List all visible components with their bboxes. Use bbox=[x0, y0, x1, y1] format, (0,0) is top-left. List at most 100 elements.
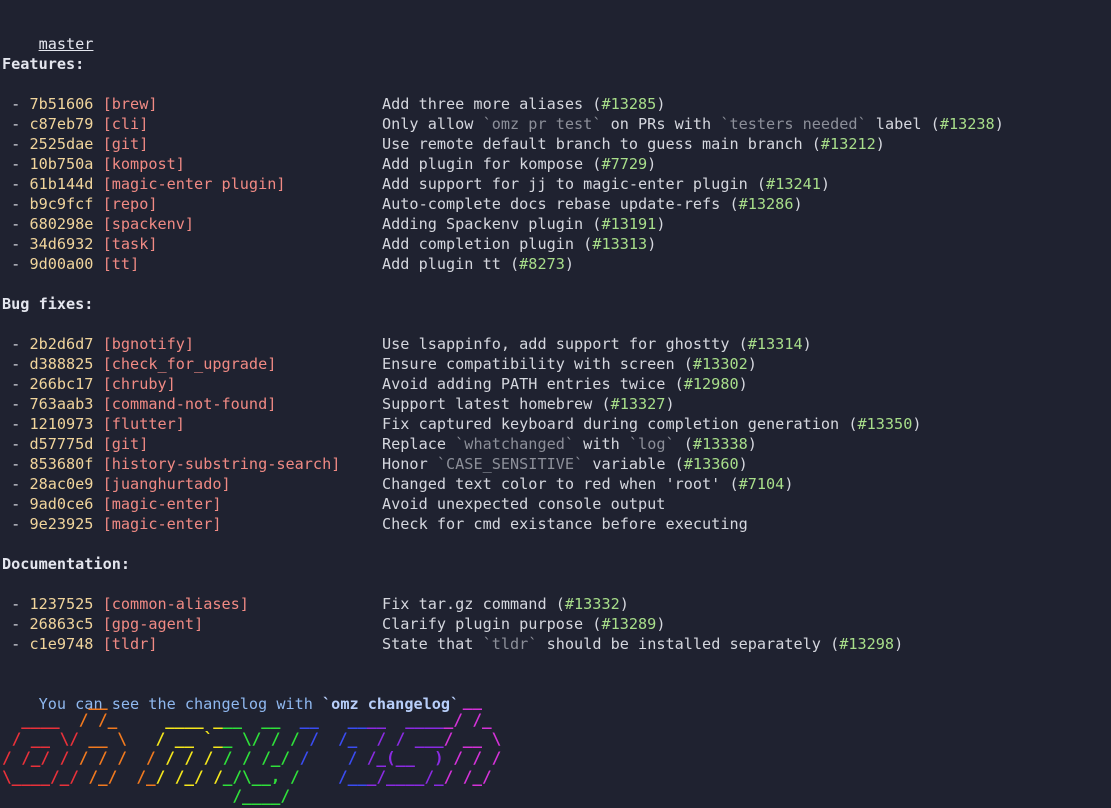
commit-row: - 2525dae [git] Use remote default branch… bbox=[2, 134, 1111, 154]
pr-link[interactable]: #13191 bbox=[601, 215, 656, 233]
bullet-dash: - bbox=[2, 635, 30, 653]
logo-glyph: _ bbox=[444, 710, 454, 729]
scope-open-bracket: [ bbox=[102, 215, 112, 233]
logo-glyph: _ bbox=[31, 767, 41, 786]
commit-message: Changed text color to red when 'root' (#… bbox=[382, 474, 793, 494]
bullet-dash: - bbox=[2, 115, 30, 133]
logo-glyph: _ bbox=[252, 767, 262, 786]
pr-link[interactable]: #13338 bbox=[693, 435, 748, 453]
pr-link[interactable]: #13212 bbox=[821, 135, 876, 153]
commit-row: - 34d6932 [task] Add completion plugin (#… bbox=[2, 234, 1111, 254]
commit-scope: bgnotify bbox=[111, 335, 185, 353]
logo-glyph: / bbox=[376, 767, 386, 786]
commit-hash: 34d6932 bbox=[29, 235, 94, 253]
pr-link[interactable]: #7729 bbox=[601, 155, 647, 173]
commit-hash: 680298e bbox=[29, 215, 94, 233]
pr-link[interactable]: #13241 bbox=[766, 175, 821, 193]
logo-glyph: _ bbox=[232, 710, 242, 729]
logo-glyph: / bbox=[482, 767, 492, 786]
pr-link[interactable]: #13285 bbox=[601, 95, 656, 113]
logo-glyph: _ bbox=[31, 710, 41, 729]
logo-glyph: _ bbox=[434, 729, 444, 748]
commit-scope: tldr bbox=[111, 635, 149, 653]
pr-link[interactable]: #13360 bbox=[684, 455, 739, 473]
logo-glyph: / bbox=[472, 710, 482, 729]
commit-row: - 10b750a [kompost] Add plugin for kompos… bbox=[2, 154, 1111, 174]
section-title: Bug fixes: bbox=[2, 295, 94, 313]
logo-glyph: _ bbox=[50, 710, 60, 729]
logo-glyph: / bbox=[242, 748, 252, 767]
logo-glyph: _ bbox=[376, 748, 386, 767]
logo-glyph: _ bbox=[98, 692, 108, 710]
message-text: ) bbox=[564, 255, 575, 273]
commit-row: - 61b144d [magic-enter plugin] Add suppor… bbox=[2, 174, 1111, 194]
bullet-dash: - bbox=[2, 395, 30, 413]
commit-meta: - 1237525 [common-aliases] bbox=[2, 594, 249, 614]
message-text: Replace bbox=[382, 435, 456, 453]
logo-glyph: \ bbox=[117, 729, 127, 748]
logo-glyph: / bbox=[136, 767, 146, 786]
bullet-dash: - bbox=[2, 235, 30, 253]
scope-close-bracket: ] bbox=[331, 455, 341, 473]
scope-open-bracket: [ bbox=[102, 395, 112, 413]
pr-link[interactable]: #7104 bbox=[739, 475, 785, 493]
logo-glyph: _ bbox=[367, 767, 377, 786]
logo-glyph: / bbox=[376, 729, 386, 748]
scope-open-bracket: [ bbox=[102, 155, 112, 173]
commit-meta: - 34d6932 [task] bbox=[2, 234, 157, 254]
logo-glyph: / bbox=[79, 710, 89, 729]
message-text: ) bbox=[875, 135, 885, 153]
logo-glyph: _ bbox=[472, 692, 482, 710]
pr-link[interactable]: #8273 bbox=[519, 255, 565, 273]
logo-glyph: / bbox=[424, 767, 434, 786]
commit-message: Add plugin for kompose (#7729) bbox=[382, 154, 656, 174]
pr-link[interactable]: #12980 bbox=[684, 375, 739, 393]
pr-link[interactable]: #13327 bbox=[611, 395, 666, 413]
commit-message: Add completion plugin (#13313) bbox=[382, 234, 656, 254]
commit-message: Add three more aliases (#13285) bbox=[382, 94, 665, 114]
commit-scope: history-substring-search bbox=[111, 455, 332, 473]
pr-link[interactable]: #13238 bbox=[940, 115, 995, 133]
pr-link[interactable]: #13302 bbox=[693, 355, 748, 373]
logo-glyph: , bbox=[271, 767, 281, 786]
bullet-dash: - bbox=[2, 335, 30, 353]
logo-glyph: _ bbox=[223, 767, 233, 786]
terminal-window: master Features: - 7b51606 [brew] Add thr… bbox=[0, 0, 1111, 808]
scope-open-bracket: [ bbox=[102, 375, 112, 393]
message-text: Add three more aliases ( bbox=[382, 95, 602, 113]
message-text: ( bbox=[674, 435, 693, 453]
commit-scope: chruby bbox=[111, 375, 167, 393]
commit-message: Use remote default branch to guess main … bbox=[382, 134, 885, 154]
logo-glyph: _ bbox=[242, 786, 252, 805]
logo-glyph: \ bbox=[60, 729, 70, 748]
pr-link[interactable]: #13314 bbox=[748, 335, 803, 353]
message-text: Auto-complete docs rebase update-refs ( bbox=[382, 195, 739, 213]
commit-meta: - c1e9748 [tldr] bbox=[2, 634, 157, 654]
inline-code: `log` bbox=[628, 435, 675, 453]
pr-link[interactable]: #13350 bbox=[857, 415, 912, 433]
commit-hash: b9c9fcf bbox=[29, 195, 94, 213]
pr-link[interactable]: #13286 bbox=[739, 195, 794, 213]
commit-row: - 7b51606 [brew] Add three more aliases (… bbox=[2, 94, 1111, 114]
pr-link[interactable]: #13298 bbox=[839, 635, 894, 653]
pr-link[interactable]: #13313 bbox=[592, 235, 647, 253]
message-text: should be installed separately ( bbox=[537, 635, 840, 653]
logo-glyph: ` bbox=[204, 729, 214, 748]
logo-glyph: / bbox=[261, 748, 271, 767]
logo-glyph: / bbox=[156, 729, 166, 748]
pr-link[interactable]: #13332 bbox=[565, 595, 620, 613]
logo-glyph: / bbox=[271, 729, 281, 748]
message-text: ) bbox=[747, 355, 757, 373]
scope-open-bracket: [ bbox=[102, 415, 112, 433]
commit-scope: magic-enter bbox=[111, 495, 213, 513]
scope-close-bracket: ] bbox=[184, 215, 195, 233]
section-title: Documentation: bbox=[2, 555, 131, 573]
logo-glyph: _ bbox=[261, 786, 271, 805]
message-text: Add plugin tt ( bbox=[382, 255, 520, 273]
message-text: Only allow bbox=[382, 115, 483, 133]
commit-row: - 9e23925 [magic-enter] Check for cmd exi… bbox=[2, 514, 1111, 534]
pr-link[interactable]: #13289 bbox=[601, 615, 656, 633]
